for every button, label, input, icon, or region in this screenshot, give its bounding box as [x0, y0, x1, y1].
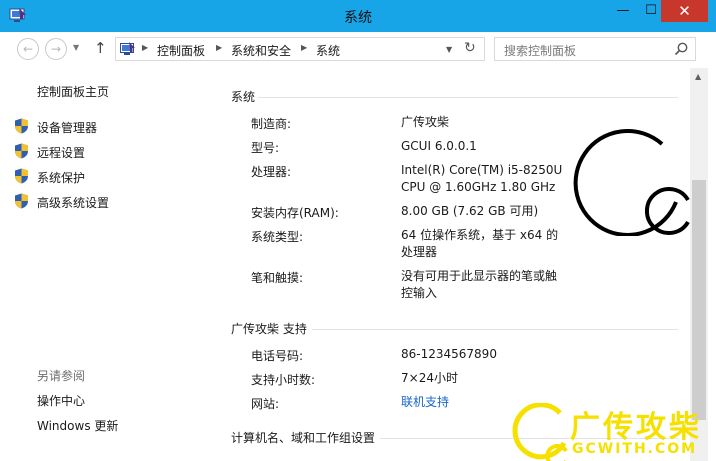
scrollbar-thumb[interactable] [692, 180, 706, 420]
section-title-system: 系统 [231, 90, 256, 104]
chevron-down-icon[interactable]: ▼ [446, 45, 452, 54]
back-arrow-icon[interactable]: ← [17, 38, 39, 60]
value-manufacturer: 广传攻柴 [401, 115, 450, 129]
value-system-type-line2: 处理器 [401, 245, 438, 259]
navigation-bar: ← → ▼ ↑ ▶ 控制面板 ▶ 系统和安全 ▶ 系统 ▼ ↻ 搜索控制面板 [0, 32, 716, 68]
section-title-support: 广传攻柴 支持 [231, 322, 307, 336]
value-model: GCUI 6.0.0.1 [401, 139, 477, 153]
value-system-type-line1: 64 位操作系统，基于 x64 的 [401, 228, 559, 242]
logo-ring-icon [573, 129, 690, 236]
close-button[interactable]: ✕ [661, 0, 708, 22]
uac-shield-icon [15, 118, 28, 134]
value-support-hours: 7×24小时 [401, 371, 458, 385]
title-bar: 系统 — ☐ ✕ [0, 0, 716, 32]
recent-pages-dropdown[interactable]: ▼ [73, 43, 79, 52]
uac-shield-icon [15, 193, 28, 209]
section-divider [312, 329, 678, 330]
breadcrumb-separator[interactable]: ▶ [142, 43, 148, 52]
search-icon[interactable] [673, 41, 689, 57]
forward-arrow-icon[interactable]: → [45, 38, 67, 60]
sidebar-link-device-manager[interactable]: 设备管理器 [37, 119, 97, 136]
scroll-up-arrow-icon[interactable]: ▲ [695, 72, 701, 81]
breadcrumb-system[interactable]: 系统 [316, 42, 340, 59]
value-pen-touch-line2: 控输入 [401, 286, 438, 300]
breadcrumb-system-security[interactable]: 系统和安全 [231, 42, 291, 59]
search-placeholder: 搜索控制面板 [504, 44, 577, 58]
breadcrumb-separator[interactable]: ▶ [301, 43, 307, 52]
refresh-icon[interactable]: ↻ [464, 40, 476, 56]
section-divider [258, 97, 678, 98]
label-system-type: 系统类型: [251, 230, 304, 244]
sidebar-link-control-panel-home[interactable]: 控制面板主页 [37, 83, 109, 100]
uac-shield-icon [15, 168, 28, 184]
label-ram: 安装内存(RAM): [251, 206, 339, 220]
see-also-header: 另请参阅 [37, 369, 86, 383]
label-processor: 处理器: [251, 165, 292, 179]
breadcrumb-separator[interactable]: ▶ [216, 43, 222, 52]
sidebar-link-system-protection[interactable]: 系统保护 [37, 169, 85, 186]
label-manufacturer: 制造商: [251, 117, 292, 131]
value-processor-line1: Intel(R) Core(TM) i5-8250U [401, 163, 563, 177]
sidebar-link-remote-settings[interactable]: 远程设置 [37, 144, 85, 161]
control-panel-icon [120, 42, 135, 55]
sidebar-link-action-center[interactable]: 操作中心 [37, 392, 85, 409]
value-processor-line2: CPU @ 1.60GHz 1.80 GHz [401, 180, 556, 194]
uac-shield-icon [15, 143, 28, 159]
value-phone: 86-1234567890 [401, 347, 497, 361]
label-website: 网站: [251, 397, 280, 411]
sidebar-link-advanced-system-settings[interactable]: 高级系统设置 [37, 194, 109, 211]
sidebar-link-windows-update[interactable]: Windows 更新 [37, 417, 118, 434]
label-pen-touch: 笔和触摸: [251, 271, 304, 285]
up-arrow-icon[interactable]: ↑ [94, 39, 107, 57]
value-pen-touch-line1: 没有可用于此显示器的笔或触 [401, 269, 558, 283]
online-support-link[interactable]: 联机支持 [401, 394, 449, 411]
value-ram: 8.00 GB (7.62 GB 可用) [401, 204, 539, 218]
label-support-hours: 支持小时数: [251, 373, 316, 387]
section-title-computer-name: 计算机名、域和工作组设置 [231, 431, 376, 445]
watermark-text-en: GCWITH.COM [572, 441, 698, 457]
label-model: 型号: [251, 141, 280, 155]
label-phone: 电话号码: [251, 349, 304, 363]
breadcrumb-control-panel[interactable]: 控制面板 [157, 42, 205, 59]
minimize-button[interactable]: — [609, 0, 637, 22]
address-bar[interactable]: ▶ 控制面板 ▶ 系统和安全 ▶ 系统 ▼ ↻ [115, 37, 485, 61]
search-input[interactable]: 搜索控制面板 [494, 37, 696, 61]
watermark-text-cn: 广传攻柴 [570, 410, 702, 445]
